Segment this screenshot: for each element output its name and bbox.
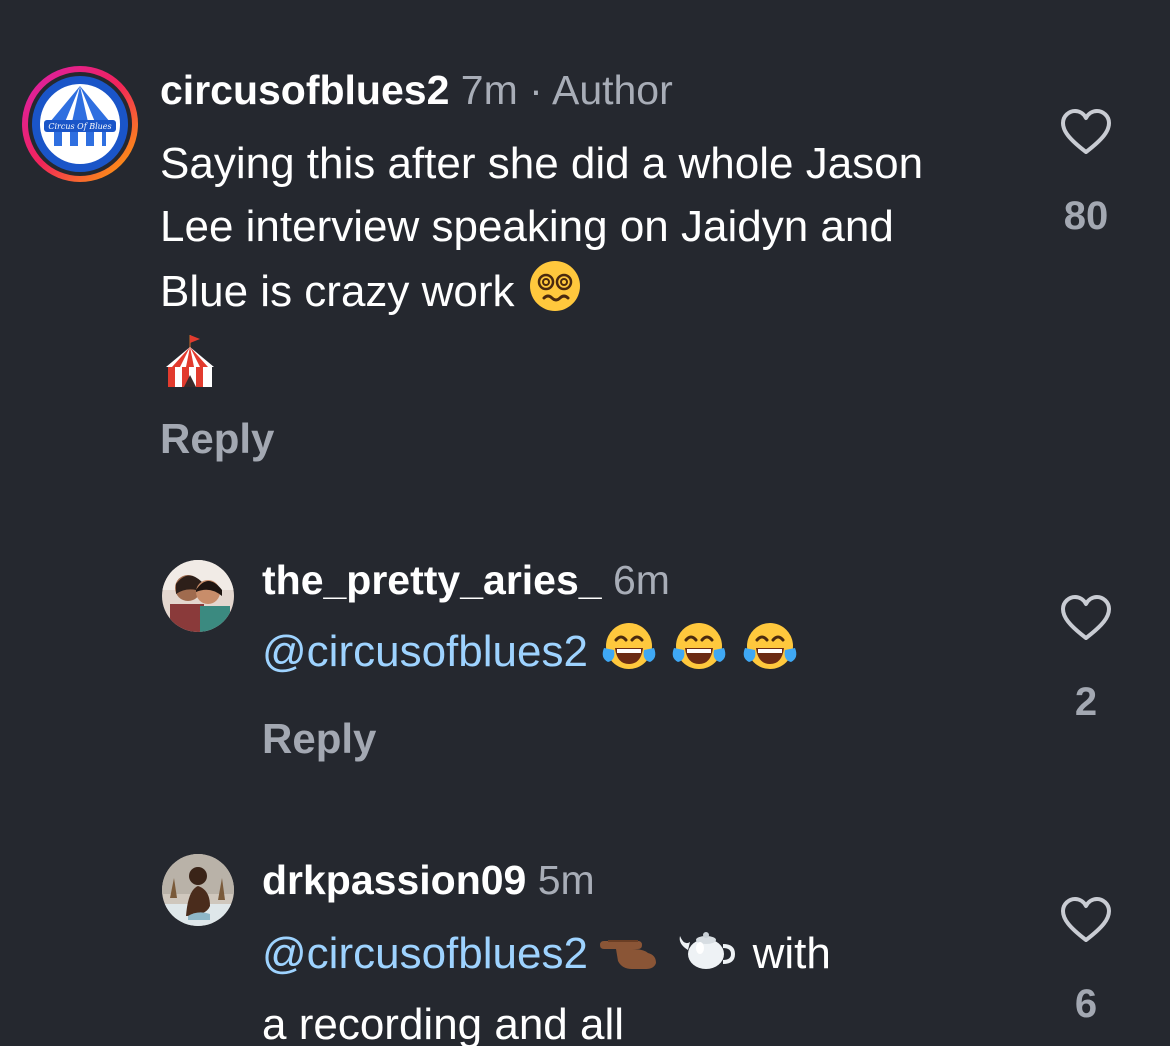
heart-icon[interactable]: [1059, 594, 1113, 642]
comments-screen: Circus Of Blues circusofblues2 7m · Auth…: [0, 0, 1170, 1046]
avatar-the-pretty-aries[interactable]: [162, 560, 234, 632]
teapot-icon: [676, 920, 740, 993]
woozy-face-icon: [527, 258, 583, 331]
heart-icon[interactable]: [1059, 896, 1113, 944]
comment-header: the_pretty_aries_ 6m: [262, 560, 670, 601]
comment-header: circusofblues2 7m · Author: [160, 70, 673, 111]
tears-of-joy-icon: [600, 618, 658, 691]
comment-text: @circusofblues2 with a recording and all: [262, 920, 1002, 1046]
like-count: 80: [1063, 194, 1109, 238]
separator-dot: ·: [529, 67, 543, 113]
avatar-drkpassion09[interactable]: [162, 854, 234, 926]
like-column: 6: [1036, 896, 1136, 1024]
username[interactable]: the_pretty_aries_: [262, 557, 602, 603]
tears-of-joy-icon: [741, 618, 799, 691]
mention-link[interactable]: @circusofblues2: [262, 929, 588, 978]
like-count: 6: [1074, 982, 1098, 1026]
comment-drkpassion09: drkpassion09 5m @circusofblues2 with a r…: [0, 820, 1170, 1046]
comment-text-line2: a recording and all: [262, 1000, 625, 1046]
username[interactable]: circusofblues2: [160, 67, 449, 113]
pointing-left-hand-icon: [600, 925, 664, 988]
like-column: 2: [1036, 594, 1136, 722]
tears-of-joy-icon: [670, 618, 728, 691]
comment-circusofblues2: Circus Of Blues circusofblues2 7m · Auth…: [0, 0, 1170, 480]
timestamp: 5m: [537, 857, 595, 903]
like-column: 80: [1036, 108, 1136, 236]
mention-link[interactable]: @circusofblues2: [262, 627, 588, 676]
author-badge: Author: [551, 67, 673, 113]
comment-the-pretty-aries: the_pretty_aries_ 6m @circusofblues2 Rep…: [0, 520, 1170, 780]
reply-button[interactable]: Reply: [262, 718, 376, 760]
timestamp: 6m: [612, 557, 670, 603]
comment-text: @circusofblues2: [262, 618, 982, 691]
comment-text-content: with: [752, 929, 831, 979]
timestamp: 7m: [460, 67, 518, 113]
reply-button[interactable]: Reply: [160, 418, 274, 460]
svg-text:Circus Of Blues: Circus Of Blues: [48, 122, 111, 131]
avatar-circusofblues2[interactable]: Circus Of Blues: [20, 64, 140, 184]
username[interactable]: drkpassion09: [262, 857, 526, 903]
like-count: 2: [1074, 680, 1098, 724]
comment-text: Saying this after she did a whole Jason …: [160, 132, 990, 408]
heart-icon[interactable]: [1059, 108, 1113, 156]
comment-header: drkpassion09 5m: [262, 860, 595, 901]
circus-tent-icon: [160, 331, 220, 408]
